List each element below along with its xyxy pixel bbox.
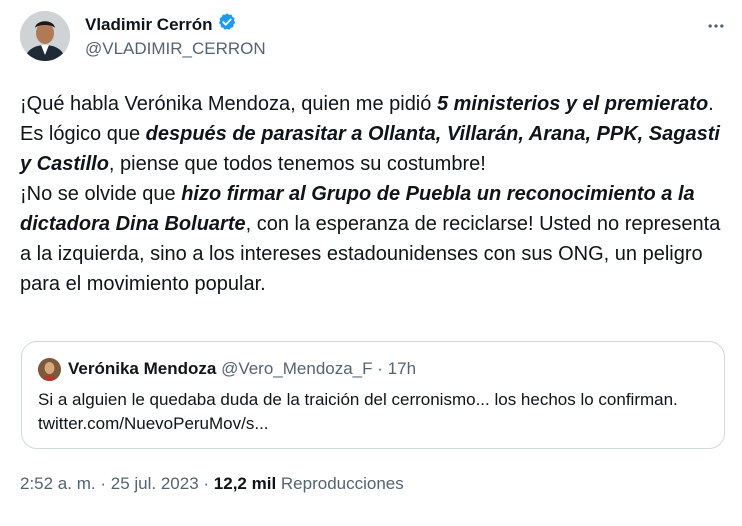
tweet-paragraph-1: ¡Qué habla Verónika Mendoza, quien me pi… <box>20 89 730 179</box>
author-name-row: Vladimir Cerrón <box>85 12 237 37</box>
quoted-author-avatar[interactable] <box>38 358 61 381</box>
tweet-footer: 2:52 a. m. · 25 jul. 2023 · 12,2 mil Rep… <box>20 474 404 494</box>
views-count[interactable]: 12,2 mil <box>214 474 276 493</box>
views-label[interactable]: Reproducciones <box>281 474 404 493</box>
tweet-paragraph-2: ¡No se olvide que hizo firmar al Grupo d… <box>20 179 730 299</box>
quoted-header: Verónika Mendoza @Vero_Mendoza_F · 17h <box>68 359 416 379</box>
tweet-span-bold: 5 ministerios y el premierato <box>436 93 709 115</box>
tweet-span: , piense que todos tenemos su costumbre! <box>108 153 486 175</box>
author-name[interactable]: Vladimir Cerrón <box>85 15 213 35</box>
quoted-author-name[interactable]: Verónika Mendoza <box>68 359 216 378</box>
footer-separator: · <box>100 474 107 493</box>
quoted-author-handle[interactable]: @Vero_Mendoza_F <box>221 359 372 378</box>
verified-badge-icon <box>217 12 237 37</box>
quoted-text: Si a alguien le quedaba duda de la traic… <box>38 390 678 433</box>
quoted-tweet[interactable]: Verónika Mendoza @Vero_Mendoza_F · 17h S… <box>21 341 725 449</box>
tweet-date[interactable]: 25 jul. 2023 <box>111 474 199 493</box>
footer-separator: · <box>203 474 210 493</box>
author-avatar[interactable] <box>20 11 70 61</box>
tweet-span: ¡Qué habla Verónika Mendoza, quien me pi… <box>20 93 437 115</box>
quoted-separator: · <box>377 359 383 378</box>
author-handle[interactable]: @VLADIMIR_CERRON <box>85 39 266 59</box>
tweet-text: ¡Qué habla Verónika Mendoza, quien me pi… <box>20 89 730 299</box>
tweet-time[interactable]: 2:52 a. m. <box>20 474 96 493</box>
quoted-time[interactable]: 17h <box>388 359 416 378</box>
more-options-icon[interactable] <box>704 14 728 38</box>
tweet-span: ¡No se olvide que <box>20 183 182 205</box>
